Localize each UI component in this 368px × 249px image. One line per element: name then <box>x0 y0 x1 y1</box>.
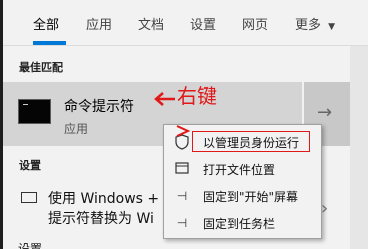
tab-apps[interactable]: 应用 <box>86 14 112 33</box>
folder-icon <box>174 161 190 177</box>
annotation-arrow-icon <box>154 92 175 106</box>
context-item-pin-start[interactable]: ⊣ 固定到"开始"屏幕 <box>164 183 321 209</box>
pin-icon: ⊣ <box>176 189 188 203</box>
settings-heading: 设置 <box>19 159 41 172</box>
context-item-open-location[interactable]: 打开文件位置 <box>164 156 321 182</box>
preview-panel-edge <box>350 46 368 249</box>
annotation-label: 右键 <box>177 84 217 108</box>
best-match-subtitle: 应用 <box>64 122 89 136</box>
tab-documents[interactable]: 文档 <box>138 14 164 33</box>
tabs-divider <box>3 45 368 46</box>
context-item-label: 打开文件位置 <box>203 163 276 177</box>
chevron-right-icon: › <box>321 198 329 219</box>
command-prompt-icon <box>18 99 51 124</box>
context-item-label: 固定到"开始"屏幕 <box>203 190 299 204</box>
best-match-title: 命令提示符 <box>64 99 134 115</box>
tab-settings[interactable]: 设置 <box>190 14 216 33</box>
context-item-pin-taskbar[interactable]: ⊣ 固定到任务栏 <box>164 210 321 236</box>
settings-result-line2: 提示符替换为 Wi <box>48 211 154 227</box>
arrow-right-icon: → <box>317 102 333 123</box>
annotation-highlight-box <box>192 131 310 152</box>
tab-web[interactable]: 网页 <box>242 14 268 33</box>
chevron-down-icon: ▼ <box>328 22 336 32</box>
pin-icon: ⊣ <box>176 216 188 230</box>
tab-more[interactable]: 更多 ▼ <box>295 14 335 33</box>
monitor-icon <box>21 192 37 203</box>
bottom-result-text[interactable]: 设置 <box>18 240 42 249</box>
tab-more-label: 更多 <box>295 18 322 33</box>
annotation-pointer-icon <box>176 125 191 137</box>
best-match-heading: 最佳匹配 <box>19 61 63 74</box>
settings-result-line1: 使用 Windows + <box>48 191 160 207</box>
search-tabs: 全部 应用 文档 设置 网页 更多 ▼ <box>3 0 368 45</box>
context-menu: 以管理员身份运行 打开文件位置 ⊣ 固定到"开始"屏幕 ⊣ 固定到任务栏 <box>163 124 322 239</box>
tab-all[interactable]: 全部 <box>33 14 59 33</box>
context-item-label: 固定到任务栏 <box>203 217 276 231</box>
